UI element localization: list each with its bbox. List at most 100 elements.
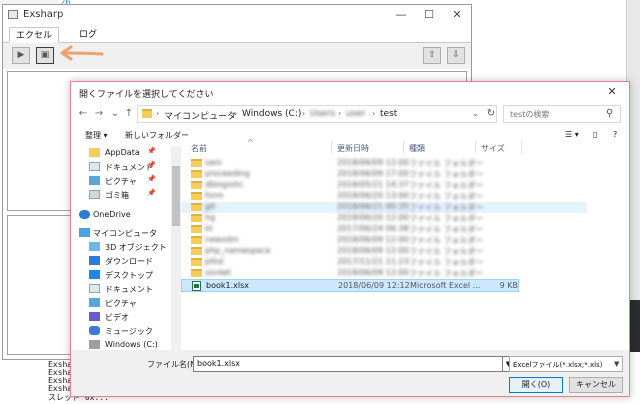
column-divider[interactable]: [331, 140, 332, 154]
move-down-button[interactable]: ⇩: [447, 47, 465, 64]
file-name: newsdm: [205, 235, 239, 244]
nav-pane-scrollbar[interactable]: [171, 146, 181, 350]
cancel-button[interactable]: キャンセル: [569, 377, 623, 393]
nav-item-pictures[interactable]: ピクチャ: [71, 296, 169, 310]
column-header-size[interactable]: サイズ: [481, 143, 505, 154]
up-arrow-icon: ⇧: [428, 50, 436, 60]
tab-bar: エクセル ログ: [3, 25, 471, 43]
file-name: dblogistic: [205, 180, 244, 189]
nav-item-downloads[interactable]: ダウンロード: [71, 254, 169, 268]
file-row[interactable]: hg 2018/06/20 12:00 ファイル フォルダー: [181, 213, 519, 224]
file-row[interactable]: php_namespace 2018/06/09 12:00 ファイル フォルダ…: [181, 246, 519, 257]
drive-icon: [89, 340, 100, 349]
nav-label: ピクチャ: [105, 177, 137, 186]
file-row[interactable]: proceeding 2018/06/09 17:00 ファイル フォルダー: [181, 169, 519, 180]
pin-icon: 📌: [147, 175, 156, 183]
new-folder-button[interactable]: 新しいフォルダー: [125, 130, 189, 141]
dialog-titlebar[interactable]: 開くファイルを選択してください ✕: [71, 82, 629, 102]
breadcrumb-computer[interactable]: マイコンピュータ: [164, 109, 236, 122]
search-placeholder: testの検索: [510, 110, 550, 119]
nav-item-recycle-bin[interactable]: ゴミ箱 📌: [71, 188, 169, 202]
nav-item-documents-quick[interactable]: ドキュメント 📌: [71, 160, 169, 174]
nav-item-documents[interactable]: ドキュメント: [71, 282, 169, 296]
filename-input[interactable]: book1.xlsx: [193, 356, 503, 372]
tab-excel[interactable]: エクセル: [9, 27, 59, 43]
file-row[interactable]: form 2018/06/20 13:00 ファイル フォルダー: [181, 191, 519, 202]
file-row-selected[interactable]: book1.xlsx 2018/06/09 12:12 Microsoft Ex…: [181, 279, 519, 292]
computer-icon: [79, 228, 90, 237]
column-divider[interactable]: [475, 140, 476, 154]
file-row[interactable]: pthd 2017/11/21 11:23 ファイル フォルダー: [181, 257, 519, 268]
file-modified: 2018/06/09 12:12: [338, 281, 410, 290]
folder-icon: [191, 269, 202, 277]
nav-item-videos[interactable]: ビデオ: [71, 310, 169, 324]
maximize-button[interactable]: ☐: [417, 7, 441, 23]
refresh-icon[interactable]: ↻: [483, 106, 499, 122]
recent-dropdown-icon[interactable]: ⌄: [109, 107, 121, 121]
file-modified: 2018/06/09 12:00: [337, 158, 409, 167]
pictures-icon: [89, 298, 100, 307]
nav-item-pictures-quick[interactable]: ピクチャ 📌: [71, 174, 169, 188]
up-folder-icon[interactable]: ↑: [123, 107, 135, 121]
file-row[interactable]: socket 2018/06/09 12:00 ファイル フォルダー: [181, 268, 519, 279]
column-header-modified[interactable]: 更新日時: [337, 143, 369, 154]
nav-item-onedrive[interactable]: OneDrive: [71, 208, 169, 222]
filetype-select[interactable]: Excelファイル(*.xlsx;*.xls) ▼: [509, 356, 623, 372]
file-name: hg: [205, 213, 216, 222]
pictures-icon: [89, 176, 100, 185]
filetype-value: Excelファイル(*.xlsx;*.xls): [513, 361, 603, 369]
file-name: form: [205, 191, 224, 200]
column-header-name[interactable]: 名前: [191, 143, 207, 154]
exsharp-titlebar[interactable]: Exsharp — ☐ ✕: [3, 5, 471, 25]
address-bar[interactable]: › マイコンピュータ › Windows (C:) › Users › user…: [137, 105, 497, 123]
file-row[interactable]: sam 2018/06/09 12:00 ファイル フォルダー: [181, 158, 519, 169]
open-file-button[interactable]: ▣: [36, 47, 54, 64]
chevron-right-icon: ›: [156, 109, 160, 118]
open-button[interactable]: 開く(O): [509, 377, 563, 393]
minimize-button[interactable]: —: [389, 7, 413, 23]
breadcrumb-user[interactable]: user: [346, 109, 366, 119]
forward-icon[interactable]: →: [93, 107, 105, 121]
scrollbar-thumb[interactable]: [172, 166, 180, 226]
3d-objects-icon: [89, 242, 100, 251]
close-button[interactable]: ✕: [445, 7, 469, 23]
back-icon[interactable]: ←: [77, 107, 89, 121]
nav-label: ドキュメント: [105, 163, 153, 172]
nav-item-this-pc[interactable]: マイコンピュータ: [71, 226, 169, 240]
nav-item-3d-objects[interactable]: 3D オブジェクト: [71, 240, 169, 254]
column-header-type[interactable]: 種類: [409, 143, 425, 154]
excel-file-icon: [192, 281, 201, 291]
nav-item-appdata[interactable]: AppData 📌: [71, 146, 169, 160]
file-name: php_namespace: [205, 246, 271, 255]
nav-label: マイコンピュータ: [93, 229, 157, 238]
file-row[interactable]: dblogistic 2018/05/21 14:37 ファイル フォルダー: [181, 180, 519, 191]
file-type: ファイル フォルダー: [409, 258, 484, 267]
history-dropdown-icon[interactable]: ⌄: [472, 109, 479, 118]
file-type: ファイル フォルダー: [409, 170, 484, 179]
folder-icon: [191, 170, 202, 178]
breadcrumb-users[interactable]: Users: [310, 109, 335, 119]
column-divider[interactable]: [521, 140, 522, 154]
chevron-down-icon: ▼: [614, 360, 620, 368]
tab-log[interactable]: ログ: [63, 27, 113, 43]
dialog-close-button[interactable]: ✕: [601, 84, 623, 100]
run-button[interactable]: ▶: [12, 47, 30, 64]
file-row[interactable]: kt 2017/06/24 06:38 ファイル フォルダー: [181, 224, 519, 235]
file-modified: 2017/11/21 11:23: [337, 257, 409, 266]
move-up-button[interactable]: ⇧: [423, 47, 441, 64]
breadcrumb-test[interactable]: test: [380, 109, 397, 119]
organize-button[interactable]: 整理 ▾: [85, 130, 108, 141]
search-input[interactable]: testの検索 ⚲: [503, 105, 621, 123]
dialog-title: 開くファイルを選択してください: [79, 90, 214, 100]
folder-icon: [191, 258, 202, 266]
file-row-hovered[interactable]: git 2018/06/21 00:35 ファイル フォルダー: [181, 202, 587, 213]
folder-icon: [191, 203, 202, 211]
nav-item-desktop[interactable]: デスクトップ: [71, 268, 169, 282]
file-row[interactable]: newsdm 2018/06/09 12:00 ファイル フォルダー: [181, 235, 519, 246]
nav-item-music[interactable]: ミュージック: [71, 324, 169, 338]
nav-label: デスクトップ: [105, 271, 153, 280]
file-type: Microsoft Excel ...: [410, 281, 481, 290]
column-divider[interactable]: [403, 140, 404, 154]
documents-icon: [89, 162, 100, 171]
breadcrumb-drive[interactable]: Windows (C:): [242, 109, 301, 119]
